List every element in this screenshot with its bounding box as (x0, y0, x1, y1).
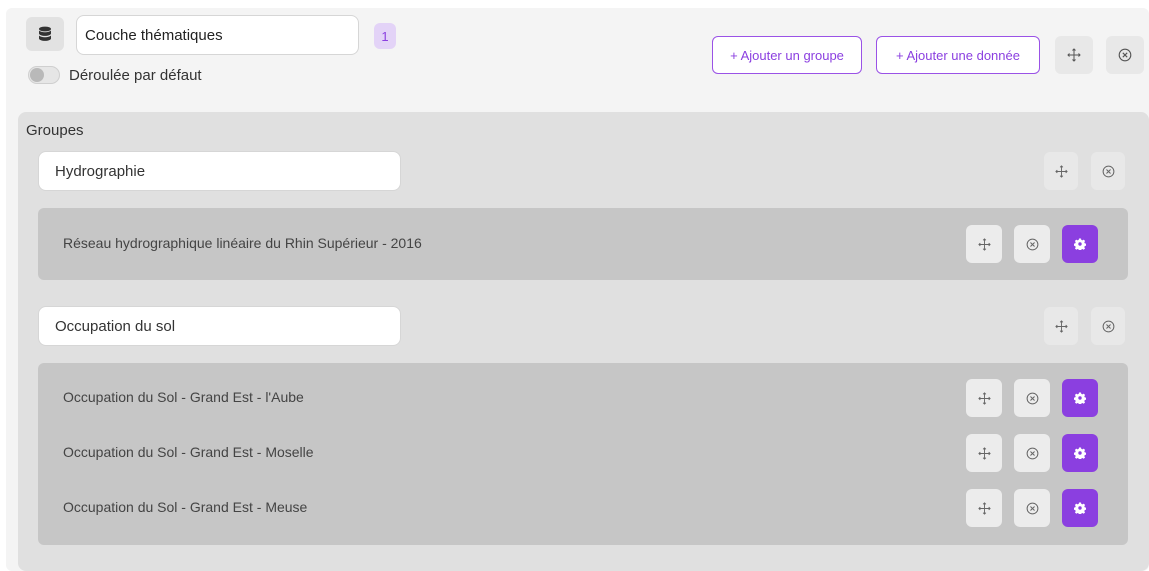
layer-panel: 1 Déroulée par défaut + Ajouter un group… (6, 8, 1149, 571)
item-move-button[interactable] (966, 225, 1002, 263)
item-label: Réseau hydrographique linéaire du Rhin S… (63, 235, 422, 251)
add-group-button[interactable]: + Ajouter un groupe (712, 36, 862, 74)
move-icon (977, 391, 991, 405)
group-name-input[interactable] (38, 306, 401, 346)
item-settings-button[interactable] (1062, 434, 1098, 472)
move-icon (977, 237, 991, 251)
close-circle-icon (1118, 48, 1132, 62)
group-remove-button[interactable] (1091, 152, 1125, 190)
group-items: Réseau hydrographique linéaire du Rhin S… (38, 208, 1128, 280)
toggle-label: Déroulée par défaut (69, 67, 202, 84)
close-circle-icon (1102, 320, 1114, 332)
layer-move-button[interactable] (1055, 36, 1093, 74)
move-icon (977, 501, 991, 515)
item-remove-button[interactable] (1014, 379, 1050, 417)
layer-remove-button[interactable] (1106, 36, 1144, 74)
list-item: Réseau hydrographique linéaire du Rhin S… (38, 224, 1128, 264)
item-move-button[interactable] (966, 434, 1002, 472)
group-items: Occupation du Sol - Grand Est - l'Aube O… (38, 363, 1128, 545)
close-circle-icon (1102, 165, 1114, 177)
gear-icon (1074, 238, 1086, 250)
item-move-button[interactable] (966, 489, 1002, 527)
gear-icon (1074, 392, 1086, 404)
item-remove-button[interactable] (1014, 489, 1050, 527)
list-item: Occupation du Sol - Grand Est - l'Aube (38, 378, 1128, 418)
item-settings-button[interactable] (1062, 489, 1098, 527)
count-badge: 1 (374, 23, 396, 49)
groups-area: Groupes Réseau hydrographique linéaire d… (18, 112, 1149, 571)
list-item: Occupation du Sol - Grand Est - Meuse (38, 488, 1128, 528)
move-icon (977, 446, 991, 460)
item-remove-button[interactable] (1014, 225, 1050, 263)
close-circle-icon (1026, 392, 1038, 404)
move-icon (1054, 319, 1068, 333)
item-settings-button[interactable] (1062, 379, 1098, 417)
add-data-button[interactable]: + Ajouter une donnée (876, 36, 1040, 74)
close-circle-icon (1026, 447, 1038, 459)
group-remove-button[interactable] (1091, 307, 1125, 345)
move-icon (1054, 164, 1068, 178)
item-label: Occupation du Sol - Grand Est - Moselle (63, 444, 314, 460)
group-move-button[interactable] (1044, 307, 1078, 345)
group-name-input[interactable] (38, 151, 401, 191)
item-settings-button[interactable] (1062, 225, 1098, 263)
gear-icon (1074, 502, 1086, 514)
close-circle-icon (1026, 502, 1038, 514)
toggle-knob (30, 68, 44, 82)
item-label: Occupation du Sol - Grand Est - Meuse (63, 499, 308, 515)
item-label: Occupation du Sol - Grand Est - l'Aube (63, 389, 304, 405)
database-icon (39, 26, 51, 41)
expanded-default-toggle[interactable] (28, 66, 60, 84)
group-move-button[interactable] (1044, 152, 1078, 190)
close-circle-icon (1026, 238, 1038, 250)
gear-icon (1074, 447, 1086, 459)
groups-label: Groupes (26, 122, 84, 139)
database-button[interactable] (26, 17, 64, 51)
layer-title-input[interactable] (76, 15, 359, 55)
move-icon (1067, 48, 1081, 62)
list-item: Occupation du Sol - Grand Est - Moselle (38, 433, 1128, 473)
item-move-button[interactable] (966, 379, 1002, 417)
item-remove-button[interactable] (1014, 434, 1050, 472)
